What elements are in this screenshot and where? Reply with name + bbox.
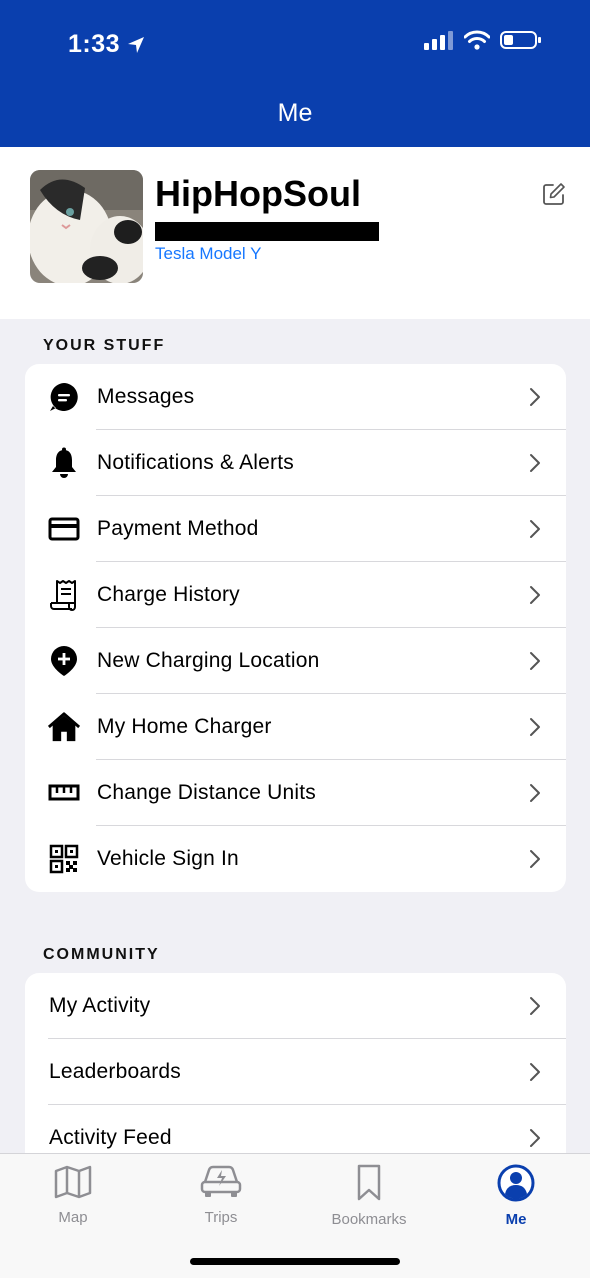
list-item-payment-method[interactable]: Payment Method — [25, 496, 566, 562]
person-icon — [497, 1164, 535, 1202]
page-title: Me — [277, 99, 313, 127]
profile-card: HipHopSoul Tesla Model Y — [0, 147, 590, 319]
list-item-label: Charge History — [97, 583, 240, 606]
list-item-charge-history[interactable]: Charge History — [25, 562, 566, 628]
your-stuff-list: Messages Notifications & Alerts Payment … — [25, 364, 566, 892]
qr-code-icon — [47, 842, 81, 876]
list-item-new-charging-location[interactable]: New Charging Location — [25, 628, 566, 694]
list-item-label: Notifications & Alerts — [97, 451, 294, 474]
ruler-icon — [47, 776, 81, 810]
chevron-right-icon — [530, 520, 540, 538]
chevron-right-icon — [530, 1129, 540, 1147]
tab-trips[interactable]: Trips — [161, 1164, 281, 1226]
cellular-signal-icon — [424, 31, 453, 50]
redacted-email-bar — [155, 222, 379, 241]
bookmark-icon — [357, 1164, 381, 1201]
tab-bookmarks[interactable]: Bookmarks — [309, 1164, 429, 1228]
list-item-notifications[interactable]: Notifications & Alerts — [25, 430, 566, 496]
list-item-home-charger[interactable]: My Home Charger — [25, 694, 566, 760]
vehicle-link[interactable]: Tesla Model Y — [155, 244, 261, 264]
list-item-label: My Home Charger — [97, 715, 272, 738]
status-indicators — [424, 30, 542, 50]
username: HipHopSoul — [155, 173, 361, 214]
section-heading-community: COMMUNITY — [43, 946, 160, 963]
tab-label: Bookmarks — [331, 1211, 407, 1228]
home-indicator[interactable] — [190, 1258, 400, 1265]
list-item-label: Payment Method — [97, 517, 259, 540]
chevron-right-icon — [530, 718, 540, 736]
chevron-right-icon — [530, 1063, 540, 1081]
chevron-right-icon — [530, 652, 540, 670]
home-icon — [47, 710, 81, 744]
receipt-icon — [47, 578, 81, 612]
tab-label: Trips — [204, 1209, 238, 1226]
list-item-label: New Charging Location — [97, 649, 320, 672]
list-item-label: My Activity — [49, 994, 151, 1017]
list-item-vehicle-sign-in[interactable]: Vehicle Sign In — [25, 826, 566, 892]
list-item-label: Messages — [97, 385, 195, 408]
list-item-my-activity[interactable]: My Activity — [25, 973, 566, 1039]
app-header: 1:33 Me — [0, 0, 590, 147]
message-icon — [47, 380, 81, 414]
wifi-icon — [464, 30, 490, 50]
chevron-right-icon — [530, 850, 540, 868]
avatar[interactable] — [30, 170, 143, 283]
edit-profile-icon[interactable] — [542, 182, 566, 206]
location-arrow-icon — [128, 36, 145, 53]
list-item-label: Vehicle Sign In — [97, 847, 239, 870]
community-list: My Activity Leaderboards Activity Feed — [25, 973, 566, 1173]
chevron-right-icon — [530, 454, 540, 472]
section-heading-your-stuff: YOUR STUFF — [43, 337, 166, 354]
status-time: 1:33 — [68, 30, 146, 59]
chevron-right-icon — [530, 586, 540, 604]
list-item-label: Change Distance Units — [97, 781, 316, 804]
tab-me[interactable]: Me — [456, 1164, 576, 1228]
list-item-distance-units[interactable]: Change Distance Units — [25, 760, 566, 826]
chevron-right-icon — [530, 388, 540, 406]
bell-icon — [47, 446, 81, 480]
status-time-text: 1:33 — [68, 30, 121, 58]
list-item-messages[interactable]: Messages — [25, 364, 566, 430]
list-item-label: Activity Feed — [49, 1126, 172, 1149]
tab-map[interactable]: Map — [13, 1164, 133, 1226]
list-item-label: Leaderboards — [49, 1060, 181, 1083]
battery-icon — [500, 31, 541, 49]
list-item-leaderboards[interactable]: Leaderboards — [25, 1039, 566, 1105]
tab-label: Me — [505, 1211, 527, 1228]
tab-label: Map — [58, 1209, 88, 1226]
map-icon — [54, 1165, 92, 1199]
chevron-right-icon — [530, 784, 540, 802]
credit-card-icon — [47, 512, 81, 546]
chevron-right-icon — [530, 997, 540, 1015]
map-pin-plus-icon — [47, 644, 81, 678]
car-charge-icon — [200, 1165, 242, 1197]
